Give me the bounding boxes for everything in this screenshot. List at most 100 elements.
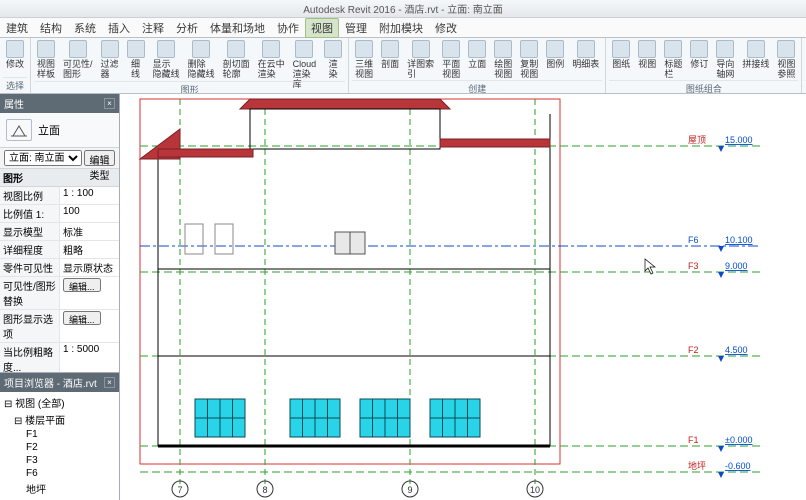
tab-注释[interactable]: 注释 bbox=[136, 18, 170, 38]
tab-协作[interactable]: 协作 bbox=[271, 18, 305, 38]
view-family: 立面 bbox=[38, 122, 60, 138]
tool-icon bbox=[262, 40, 280, 58]
prop-input[interactable] bbox=[63, 188, 116, 199]
ribbon-明细表[interactable]: 明细表 bbox=[569, 39, 602, 70]
ribbon-标题栏[interactable]: 标题栏 bbox=[661, 39, 685, 80]
drawing-canvas[interactable]: 78910屋顶15.000F610.100F39.000F24.500F1±0.… bbox=[120, 94, 806, 500]
tool-icon bbox=[494, 40, 512, 58]
ribbon-图例[interactable]: 图例 bbox=[543, 39, 567, 70]
tool-icon bbox=[612, 40, 630, 58]
tree-node[interactable]: 地坪 bbox=[4, 480, 115, 497]
prop-value[interactable] bbox=[60, 187, 119, 204]
svg-text:地坪: 地坪 bbox=[688, 460, 706, 471]
app-title: Autodesk Revit 2016 - 酒店.rvt - 立面: 南立面 bbox=[303, 1, 503, 16]
ribbon-导向轴网[interactable]: 导向轴网 bbox=[713, 39, 737, 80]
tab-建筑[interactable]: 建筑 bbox=[0, 18, 34, 38]
tool-icon bbox=[638, 40, 656, 58]
tool-icon bbox=[777, 40, 795, 58]
tool-icon bbox=[69, 40, 87, 58]
ribbon-平面视图[interactable]: 平面视图 bbox=[439, 39, 463, 80]
ribbon-可见性/图形[interactable]: 可见性/图形 bbox=[60, 39, 96, 80]
tab-修改[interactable]: 修改 bbox=[429, 18, 463, 38]
tab-体量和场地[interactable]: 体量和场地 bbox=[204, 18, 271, 38]
svg-text:15.000: 15.000 bbox=[725, 135, 753, 145]
tree-node[interactable]: ⊟ 视图 (全部) bbox=[4, 394, 115, 411]
tree-node[interactable]: F6 bbox=[4, 467, 115, 480]
svg-text:4.500: 4.500 bbox=[725, 345, 748, 355]
edit-button[interactable]: 编辑... bbox=[63, 278, 101, 292]
tool-icon bbox=[355, 40, 373, 58]
title-bar: Autodesk Revit 2016 - 酒店.rvt - 立面: 南立面 bbox=[0, 0, 806, 18]
edit-button[interactable]: 编辑... bbox=[63, 311, 101, 325]
prop-label: 视图比例 bbox=[0, 187, 60, 204]
prop-label: 图形显示选项 bbox=[0, 310, 60, 342]
ribbon-立面[interactable]: 立面 bbox=[465, 39, 489, 70]
ribbon-在云中渲染[interactable]: 在云中渲染 bbox=[255, 39, 288, 80]
ribbon-剖面[interactable]: 剖面 bbox=[378, 39, 402, 70]
ribbon-详图索引[interactable]: 详图索引 bbox=[404, 39, 437, 80]
prop-value[interactable]: 粗略 bbox=[60, 241, 119, 258]
prop-value[interactable]: 显示原状态 bbox=[60, 259, 119, 276]
tab-系统[interactable]: 系统 bbox=[68, 18, 102, 38]
ribbon-绘图视图[interactable]: 绘图视图 bbox=[491, 39, 515, 80]
tool-icon bbox=[381, 40, 399, 58]
svg-text:F6: F6 bbox=[688, 235, 699, 245]
ribbon-复制视图[interactable]: 复制视图 bbox=[517, 39, 541, 80]
tree-node[interactable]: ⊟ 楼层平面 bbox=[4, 411, 115, 428]
prop-value[interactable]: 编辑... bbox=[60, 310, 119, 342]
type-selector[interactable]: 立面: 南立面 bbox=[4, 150, 82, 166]
tool-icon bbox=[546, 40, 564, 58]
tool-icon bbox=[716, 40, 734, 58]
properties-header: 属性 × bbox=[0, 94, 119, 113]
prop-value[interactable]: 编辑... bbox=[60, 277, 119, 309]
ribbon-删除隐藏线[interactable]: 删除隐藏线 bbox=[185, 39, 218, 80]
ribbon-图纸[interactable]: 图纸 bbox=[609, 39, 633, 70]
ribbon-视图[interactable]: 视图 bbox=[635, 39, 659, 70]
tree-node[interactable]: F3 bbox=[4, 454, 115, 467]
ribbon-渲染[interactable]: 渲染 bbox=[321, 39, 345, 80]
properties-panel: 立面 立面: 南立面 编辑类型 图形视图比例比例值 1:100显示模型标准详细程… bbox=[0, 113, 119, 373]
prop-label: 当比例粗略度... bbox=[0, 343, 60, 373]
ribbon-tabs: 建筑结构系统插入注释分析体量和场地协作视图管理附加模块修改 bbox=[0, 18, 806, 38]
prop-value[interactable]: 100 bbox=[60, 205, 119, 222]
tab-视图[interactable]: 视图 bbox=[305, 18, 339, 38]
tab-分析[interactable]: 分析 bbox=[170, 18, 204, 38]
tool-icon bbox=[37, 40, 55, 58]
ribbon-剖切面轮廓[interactable]: 剖切面轮廓 bbox=[220, 39, 253, 80]
ribbon-视图参照[interactable]: 视图参照 bbox=[774, 39, 798, 80]
tool-icon bbox=[412, 40, 430, 58]
ribbon-修改[interactable]: 修改 bbox=[3, 39, 27, 70]
prop-value[interactable]: 1 : 5000 bbox=[60, 343, 119, 373]
tool-icon bbox=[101, 40, 119, 58]
edit-type-button[interactable]: 编辑类型 bbox=[84, 150, 115, 166]
prop-label: 可见性/图形替换 bbox=[0, 277, 60, 309]
tool-icon bbox=[442, 40, 460, 58]
tab-管理[interactable]: 管理 bbox=[339, 18, 373, 38]
tool-icon bbox=[664, 40, 682, 58]
tab-插入[interactable]: 插入 bbox=[102, 18, 136, 38]
tree-node[interactable]: F2 bbox=[4, 441, 115, 454]
tab-附加模块[interactable]: 附加模块 bbox=[373, 18, 429, 38]
close-icon[interactable]: × bbox=[104, 98, 115, 109]
tool-icon bbox=[6, 40, 24, 58]
ribbon-三维视图[interactable]: 三维视图 bbox=[352, 39, 376, 80]
prop-value[interactable]: 标准 bbox=[60, 223, 119, 240]
ribbon-视图样板[interactable]: 视图样板 bbox=[34, 39, 58, 80]
ribbon-拼接线[interactable]: 拼接线 bbox=[739, 39, 772, 70]
elevation-icon bbox=[6, 119, 32, 141]
tool-icon bbox=[468, 40, 486, 58]
tree-node[interactable]: F1 bbox=[4, 428, 115, 441]
svg-text:F1: F1 bbox=[688, 435, 699, 445]
ribbon-修订[interactable]: 修订 bbox=[687, 39, 711, 70]
ribbon-过滤器[interactable]: 过滤器 bbox=[98, 39, 122, 80]
browser-header: 项目浏览器 - 酒店.rvt × bbox=[0, 373, 119, 392]
project-browser: ⊟ 视图 (全部)⊟ 楼层平面F1F2F3F6地坪屋顶⊟ 三维视图{3D}(三维… bbox=[0, 392, 119, 500]
svg-text:8: 8 bbox=[262, 485, 267, 495]
ribbon-细线[interactable]: 细线 bbox=[124, 39, 148, 80]
tool-icon bbox=[227, 40, 245, 58]
tool-icon bbox=[690, 40, 708, 58]
ribbon-显示隐藏线[interactable]: 显示隐藏线 bbox=[150, 39, 183, 80]
close-icon[interactable]: × bbox=[104, 377, 115, 388]
tab-结构[interactable]: 结构 bbox=[34, 18, 68, 38]
tool-icon bbox=[520, 40, 538, 58]
